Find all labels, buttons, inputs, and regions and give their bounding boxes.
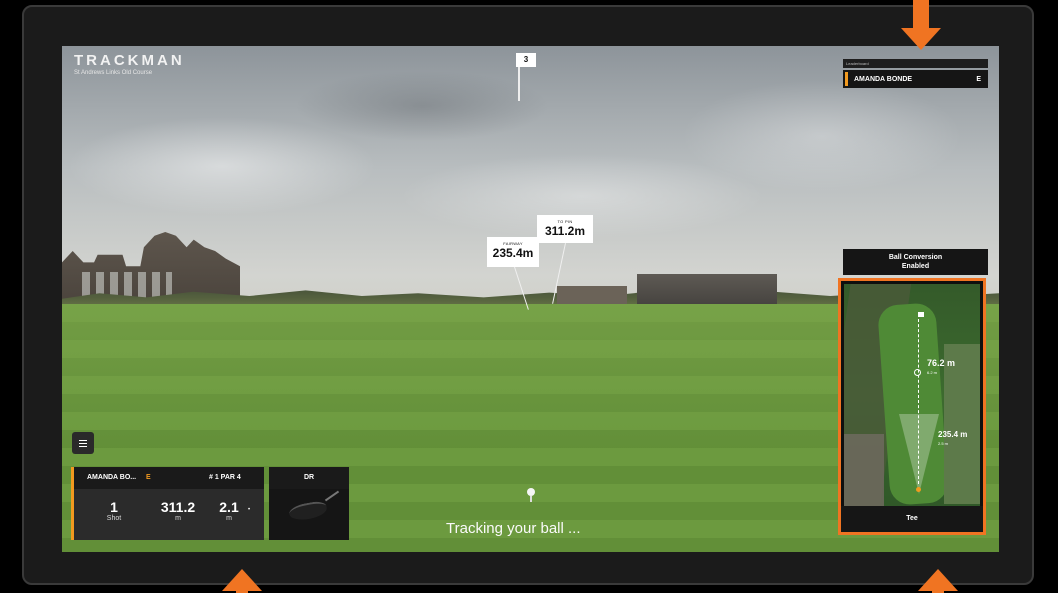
- brand-logo: TRACKMAN St Andrews Links Old Course: [74, 52, 185, 76]
- menu-icon-line: [79, 439, 87, 441]
- distance-unit: m: [175, 515, 181, 522]
- shot-scorecard[interactable]: AMANDA BO... E # 1 PAR 4 1 Shot 311.2 m …: [71, 467, 264, 540]
- pin-flag-icon: [918, 312, 924, 317]
- scorecard-score: E: [146, 474, 151, 481]
- offline-cell: 2.1 m: [209, 499, 249, 522]
- distance-cell: 311.2 m: [156, 499, 200, 522]
- minimap-view-toggle[interactable]: Tee: [841, 506, 983, 532]
- map-town: [844, 434, 884, 510]
- callout-arrow-bottom-left-icon: [222, 569, 262, 591]
- map-fairway: [877, 302, 949, 506]
- menu-icon-line: [79, 445, 87, 447]
- callout-arrow-top-stem: [913, 0, 929, 30]
- driver-head-icon: [287, 499, 329, 523]
- brand-title: TRACKMAN: [74, 52, 185, 69]
- golf-ball-icon: [527, 488, 535, 496]
- leaderboard-player-name: AMANDA BONDE: [854, 75, 913, 83]
- scorecard-header: AMANDA BO... E # 1 PAR 4: [71, 467, 264, 489]
- shot-label: Shot: [106, 515, 122, 522]
- player-color-bar: [71, 467, 74, 540]
- distance-value: 311.2: [160, 499, 196, 515]
- tracking-status: Tracking your ball ...: [446, 520, 581, 537]
- menu-button[interactable]: [72, 432, 94, 454]
- offline-value: 2.1: [219, 499, 239, 515]
- fairway-marker-label: FAIRWAY: [503, 241, 523, 246]
- club-selector[interactable]: DR: [269, 467, 349, 540]
- shot-line: [918, 314, 919, 484]
- shot-distance: 235.4 m: [938, 430, 968, 439]
- callout-arrow-bottom-right-icon: [918, 569, 958, 591]
- shot-count: 1: [110, 499, 118, 515]
- course-name: St Andrews Links Old Course: [74, 70, 153, 76]
- pin-marker-label: TO PIN: [557, 219, 573, 224]
- pin-distance-marker: TO PIN 311.2m: [537, 215, 593, 243]
- leaderboard-panel[interactable]: Leaderboard AMANDA BONDE E: [843, 59, 988, 88]
- hole-minimap[interactable]: 76.2 m 6.2 m 235.4 m 2.5 m Tee: [838, 278, 986, 535]
- distance-to-pin-sub: 6.2 m: [927, 370, 938, 375]
- offline-direction-icon: •: [248, 507, 251, 513]
- menu-icon-line: [79, 442, 87, 444]
- fairway-marker-value: 235.4m: [492, 246, 534, 260]
- shot-count-cell: 1 Shot: [99, 499, 129, 522]
- hotel-building: [637, 274, 777, 304]
- club-label: DR: [269, 467, 349, 489]
- fairway-distance-marker: FAIRWAY 235.4m: [487, 237, 539, 267]
- leaderboard-row[interactable]: AMANDA BONDE E: [843, 70, 988, 88]
- ball-position-icon: [916, 487, 921, 492]
- scorecard-stats: 1 Shot 311.2 m 2.1 m •: [71, 489, 264, 540]
- flag-pole: [518, 67, 520, 101]
- scorecard-player: AMANDA BO...: [87, 474, 137, 481]
- hole-number-flag: 3: [516, 53, 536, 67]
- offline-unit: m: [226, 515, 232, 522]
- scorecard-hole-par: # 1 PAR 4: [209, 474, 241, 481]
- minimap-aerial: 76.2 m 6.2 m 235.4 m 2.5 m: [844, 284, 980, 510]
- leaderboard-header: Leaderboard: [843, 59, 988, 68]
- simulator-screen: TRACKMAN St Andrews Links Old Course 3 L…: [62, 46, 999, 552]
- map-adjacent-course: [944, 344, 980, 504]
- callout-arrow-top-icon: [901, 28, 941, 50]
- tee-peg: [530, 496, 532, 502]
- ball-conversion-status: Enabled: [901, 263, 930, 270]
- ball-conversion-badge[interactable]: Ball Conversion Enabled: [843, 249, 988, 275]
- aim-circle-icon: [914, 369, 921, 376]
- shot-distance-sub: 2.5 m: [938, 441, 949, 446]
- distance-to-pin: 76.2 m: [927, 358, 956, 368]
- clubhouse: [557, 286, 627, 306]
- ball-conversion-title: Ball Conversion: [888, 254, 943, 261]
- leaderboard-score: E: [976, 75, 981, 83]
- driver-shaft: [324, 490, 340, 502]
- player-color-bar: [845, 72, 848, 86]
- pin-marker-value: 311.2m: [544, 224, 586, 238]
